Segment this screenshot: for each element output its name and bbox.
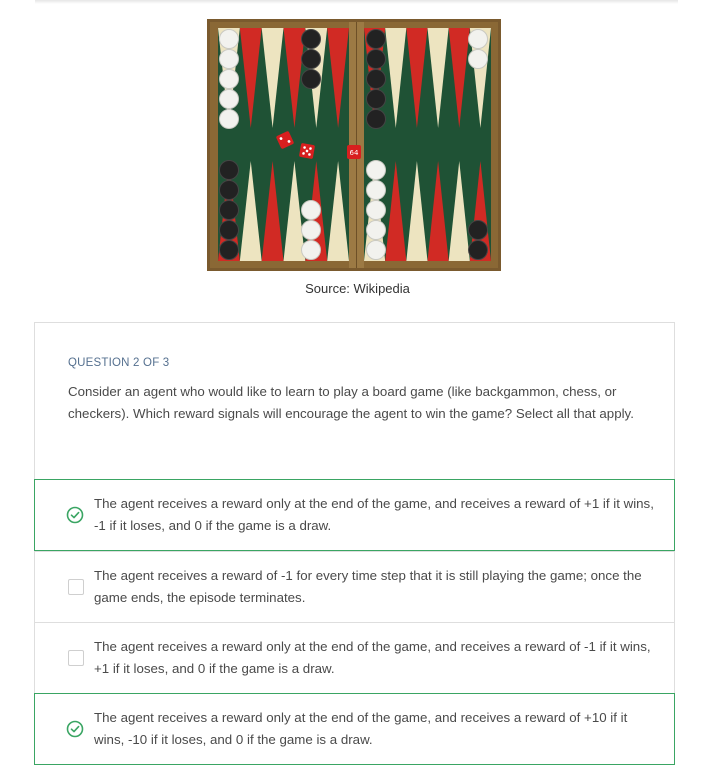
white-checker <box>366 160 386 180</box>
white-checker <box>366 220 386 240</box>
black-checker <box>366 89 386 109</box>
checkbox[interactable] <box>68 650 84 666</box>
black-checker <box>301 49 321 69</box>
black-checker <box>468 240 488 260</box>
black-checker <box>366 29 386 49</box>
white-checker <box>366 180 386 200</box>
white-checker <box>301 200 321 220</box>
checkbox[interactable] <box>68 579 84 595</box>
white-checker <box>468 29 488 49</box>
question-text: Consider an agent who would like to lear… <box>68 384 634 421</box>
answer-option-label: The agent receives a reward only at the … <box>94 496 654 533</box>
white-checker <box>468 49 488 69</box>
white-checker <box>219 109 239 129</box>
page-top-edge <box>35 0 678 4</box>
black-checker <box>468 220 488 240</box>
image-caption: Source: Wikipedia <box>305 281 410 296</box>
answer-option-2[interactable]: The agent receives a reward of -1 for ev… <box>34 551 675 623</box>
doubling-cube-label: 64 <box>350 149 359 157</box>
white-checker <box>301 240 321 260</box>
white-checker <box>219 89 239 109</box>
black-checker <box>301 69 321 89</box>
answer-option-3[interactable]: The agent receives a reward only at the … <box>34 622 675 694</box>
white-checker <box>219 49 239 69</box>
answer-option-4[interactable]: The agent receives a reward only at the … <box>34 693 675 765</box>
white-checker <box>366 240 386 260</box>
white-checker <box>301 220 321 240</box>
black-checker <box>366 69 386 89</box>
black-checker <box>219 240 239 260</box>
white-checker <box>366 200 386 220</box>
white-checker <box>219 69 239 89</box>
question-card: QUESTION 2 OF 3 Consider an agent who wo… <box>34 322 675 482</box>
black-checker <box>366 49 386 69</box>
answer-option-label: The agent receives a reward of -1 for ev… <box>94 568 642 605</box>
backgammon-board-image: 64 <box>207 19 501 271</box>
answer-option-label: The agent receives a reward only at the … <box>94 710 628 747</box>
black-checker <box>219 160 239 180</box>
question-progress: QUESTION 2 OF 3 <box>68 357 170 369</box>
white-checker <box>219 29 239 49</box>
black-checker <box>301 29 321 49</box>
check-circle-icon <box>66 506 84 524</box>
check-circle-icon <box>66 720 84 738</box>
black-checker <box>219 200 239 220</box>
answer-option-1[interactable]: The agent receives a reward only at the … <box>34 479 675 551</box>
answer-option-label: The agent receives a reward only at the … <box>94 639 651 676</box>
black-checker <box>366 109 386 129</box>
black-checker <box>219 220 239 240</box>
black-checker <box>219 180 239 200</box>
